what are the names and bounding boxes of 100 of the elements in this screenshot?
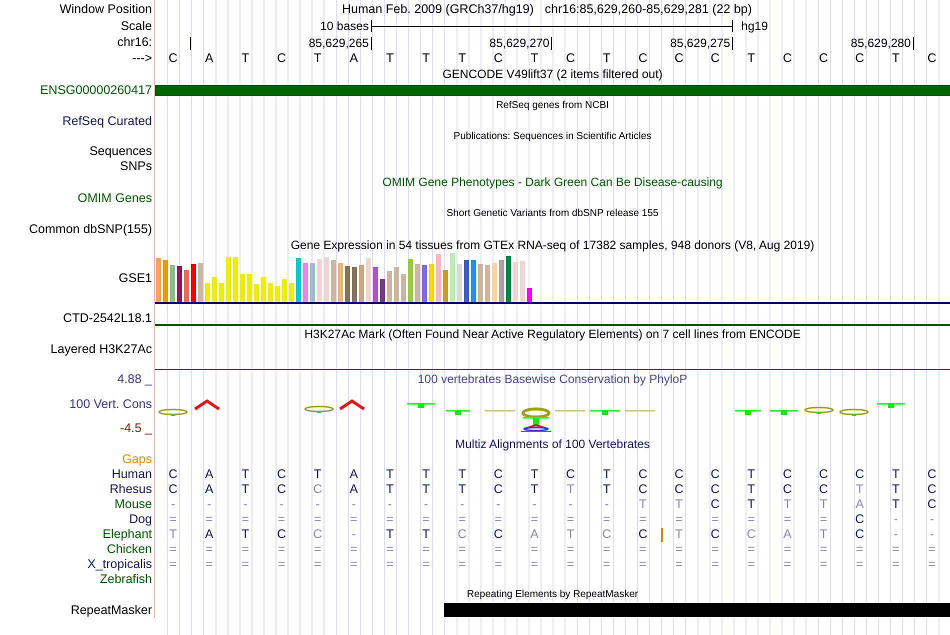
alignment-base: C: [313, 527, 322, 542]
base-letter: T: [602, 51, 612, 65]
alignment-base: =: [422, 542, 430, 557]
axis-max-label: 4.88 _: [117, 372, 152, 387]
track-title: Short Genetic Variants from dbSNP release 155: [446, 208, 658, 219]
alignment-base: -: [352, 497, 356, 512]
alignment-base: =: [820, 557, 828, 572]
track-label: Mouse: [114, 497, 152, 512]
alignment-base: =: [639, 542, 646, 557]
alignment-base: =: [639, 512, 646, 527]
alignment-base: C: [276, 482, 286, 497]
base-letter: C: [492, 51, 504, 65]
alignment-base: T: [856, 482, 864, 497]
alignment-base: =: [675, 542, 683, 557]
alignment-base: =: [856, 542, 864, 557]
alignment-base: =: [458, 542, 466, 557]
track-title: Publications: Sequences in Scientific Articles: [454, 131, 652, 142]
alignment-base: T: [820, 497, 828, 512]
coordinate-label: 85,629,280: [850, 36, 914, 50]
track-label: CTD-2542L18.1: [63, 311, 152, 326]
alignment-base: C: [710, 497, 720, 512]
alignment-base: =: [494, 512, 502, 527]
alignment-base: C: [855, 527, 864, 542]
alignment-base: T: [242, 527, 250, 542]
alignment-base: =: [530, 557, 538, 572]
alignment-base: =: [278, 512, 286, 527]
coordinate-label: 85,629,275: [670, 36, 734, 50]
track-label: GSE1: [118, 271, 152, 286]
alignment-base: T: [747, 482, 756, 497]
alignment-base: -: [894, 512, 898, 527]
alignment-base: C: [674, 482, 684, 497]
alignment-base: T: [747, 497, 756, 512]
alignment-base: T: [386, 527, 394, 542]
base-letter: C: [565, 51, 576, 65]
coordinate-label: 85,629,265: [308, 36, 372, 50]
alignment-base: A: [205, 482, 214, 497]
alignment-base: =: [458, 512, 466, 527]
alignment-base: =: [711, 557, 719, 572]
alignment-base: C: [710, 467, 720, 482]
alignment-base: A: [205, 467, 214, 482]
track-label: Window Position: [60, 2, 152, 16]
alignment-base: T: [314, 467, 322, 482]
alignment-base: =: [278, 557, 286, 572]
alignment-base: =: [458, 557, 466, 572]
alignment-base: C: [782, 482, 792, 497]
alignment-base: =: [206, 542, 213, 557]
alignment-base: C: [855, 512, 864, 527]
alignment-base: =: [278, 542, 286, 557]
alignment-base: T: [242, 467, 250, 482]
alignment-base: =: [928, 557, 936, 572]
alignment-base: =: [711, 542, 719, 557]
alignment-base: C: [710, 482, 720, 497]
alignment-base: A: [205, 527, 214, 542]
alignment-base: =: [314, 542, 322, 557]
alignment-base: C: [494, 527, 503, 542]
track-title: H3K27Ac Mark (Often Found Near Active Regulatory Elements) on 7 cell lines from ENCODE: [304, 327, 801, 341]
track-label: Human: [112, 467, 152, 482]
alignment-base: =: [639, 557, 646, 572]
alignment-base: =: [530, 542, 538, 557]
base-letter: C: [637, 51, 648, 65]
alignment-base: -: [170, 497, 176, 512]
base-letter: T: [890, 51, 901, 65]
alignment-base: C: [638, 482, 648, 497]
alignment-base: T: [242, 482, 250, 497]
track-label: Rhesus: [110, 482, 152, 497]
track-label: SNPs: [120, 159, 152, 174]
alignment-base: C: [168, 482, 178, 497]
alignment-base: -: [568, 497, 573, 512]
track-label: Elephant: [102, 527, 152, 542]
alignment-base: =: [386, 542, 394, 557]
base-letter: T: [421, 51, 431, 65]
alignment-base: =: [314, 557, 322, 572]
alignment-base: =: [892, 542, 900, 557]
alignment-base: =: [169, 557, 177, 572]
track-label: Sequences: [89, 144, 152, 159]
coordinate-label: 85,629,270: [489, 36, 552, 50]
position-range: chr16:85,629,260-85,629,281 (22 bp): [544, 2, 752, 16]
alignment-base: =: [242, 512, 249, 527]
alignment-base: C: [927, 497, 936, 512]
track-label: ENSG00000260417: [40, 82, 152, 98]
track-label: Gaps: [122, 452, 152, 467]
track-title: RefSeq genes from NCBI: [496, 100, 609, 111]
base-letter: C: [818, 51, 830, 65]
track-title: Multiz Alignments of 100 Vertebrates: [455, 437, 650, 451]
alignment-base: C: [168, 467, 178, 482]
alignment-base: -: [532, 497, 537, 512]
alignment-base: T: [747, 467, 756, 482]
alignment-base: =: [494, 542, 502, 557]
alignment-base: =: [206, 557, 213, 572]
base-letter: C: [782, 51, 793, 65]
alignment-base: T: [458, 467, 466, 482]
alignment-base: =: [928, 542, 936, 557]
assembly-title: Human Feb. 2009 (GRCh37/hg19): [342, 2, 534, 16]
alignment-base: C: [494, 467, 503, 482]
alignment-base: =: [748, 542, 755, 557]
alignment-base: T: [530, 467, 538, 482]
base-letter: T: [530, 51, 540, 65]
alignment-base: -: [388, 497, 392, 512]
alignment-base: -: [930, 527, 934, 542]
track-label: Scale: [120, 18, 152, 34]
